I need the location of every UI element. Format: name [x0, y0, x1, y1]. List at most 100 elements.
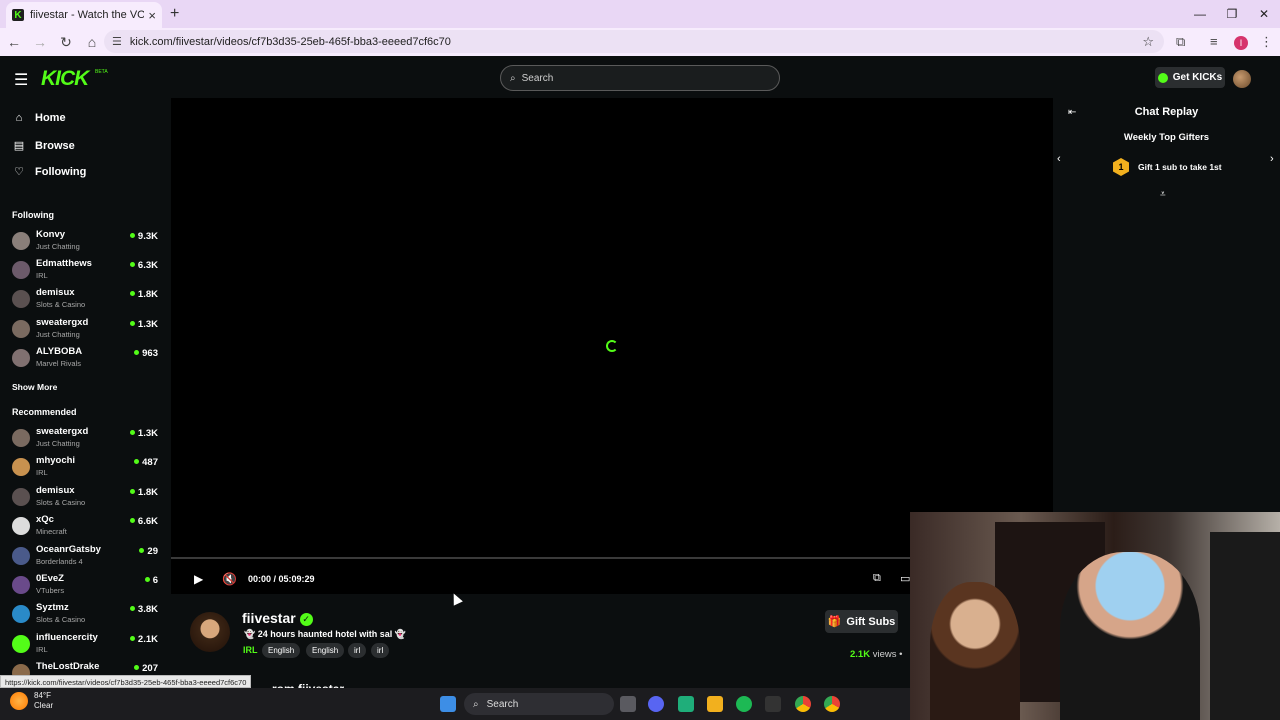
- browser-tab[interactable]: K fiivestar - Watch the VOD on Ki ×: [6, 2, 162, 28]
- profile-avatar[interactable]: I: [1234, 36, 1248, 50]
- task-view-icon[interactable]: [620, 696, 636, 712]
- back-icon[interactable]: ←: [2, 34, 26, 50]
- live-dot-icon: [139, 548, 145, 553]
- windows-start-icon[interactable]: [440, 696, 456, 712]
- weather-widget[interactable]: 84°F Clear: [10, 691, 53, 711]
- channel-name: sweatergxd: [36, 426, 89, 437]
- get-kicks-button[interactable]: Get KICKs: [1155, 67, 1225, 88]
- channel-item[interactable]: TheLostDrake 207: [12, 660, 162, 676]
- taskbar-search-label: Search: [486, 698, 519, 710]
- user-avatar[interactable]: [1233, 70, 1251, 88]
- viewer-count-text: 29: [147, 546, 158, 557]
- search-input[interactable]: ⌕ Search: [500, 65, 780, 91]
- channel-name: influencercity: [36, 632, 98, 643]
- search-placeholder: Search: [521, 72, 554, 84]
- live-dot-icon: [134, 459, 140, 464]
- channel-item[interactable]: sweatergxd Just Chatting 1.3K: [12, 425, 162, 451]
- theater-mode-icon[interactable]: ▭: [900, 572, 910, 585]
- live-dot-icon: [129, 291, 135, 296]
- gift-subs-button[interactable]: 🎁 Gift Subs: [825, 610, 898, 633]
- minimize-icon[interactable]: —: [1184, 0, 1216, 28]
- channel-item[interactable]: OceanrGatsby Borderlands 4 29: [12, 543, 162, 569]
- channel-item[interactable]: Konvy Just Chatting 9.3K: [12, 228, 162, 254]
- bookmark-star-icon[interactable]: ☆: [1142, 34, 1154, 50]
- channel-item[interactable]: 0EveZ VTubers 6: [12, 572, 162, 598]
- nav-following[interactable]: ♡ Following: [12, 165, 162, 179]
- channel-item[interactable]: Edmatthews IRL 6.3K: [12, 257, 162, 283]
- play-icon[interactable]: ▶: [194, 572, 203, 586]
- tag[interactable]: English: [306, 643, 345, 658]
- site-info-icon[interactable]: ☰: [112, 35, 122, 48]
- expand-icon[interactable]: ⩡: [1160, 189, 1166, 200]
- channel-category: Slots & Casino: [36, 498, 86, 507]
- channel-item[interactable]: demisux Slots & Casino 1.8K: [12, 286, 162, 312]
- channel-item[interactable]: mhyochi IRL 487: [12, 454, 162, 480]
- channel-item[interactable]: sweatergxd Just Chatting 1.3K: [12, 316, 162, 342]
- channel-item[interactable]: xQc Minecraft 6.6K: [12, 513, 162, 539]
- video-progress-bar[interactable]: [171, 557, 910, 559]
- avatar: [12, 290, 30, 308]
- chrome-icon[interactable]: [795, 696, 811, 712]
- mute-icon[interactable]: 🔇: [222, 572, 237, 586]
- forward-icon[interactable]: →: [28, 34, 52, 50]
- chevron-right-icon[interactable]: ›: [1270, 153, 1274, 165]
- reload-icon[interactable]: ↻: [54, 34, 78, 51]
- discord-icon[interactable]: [648, 696, 664, 712]
- sidebar: ⌂ Home ▤ Browse ♡ Following Following Ko…: [0, 98, 170, 678]
- channel-name: demisux: [36, 485, 75, 496]
- reading-list-icon[interactable]: ≡: [1210, 28, 1218, 56]
- beta-label: BETA: [95, 69, 108, 75]
- tag[interactable]: English: [262, 643, 301, 658]
- menu-hamburger-icon[interactable]: ☰: [14, 70, 28, 90]
- extensions-icon[interactable]: ⧉: [1176, 28, 1185, 56]
- new-tab-button[interactable]: +: [170, 5, 179, 23]
- channel-name: sweatergxd: [36, 317, 89, 328]
- browser-menu-icon[interactable]: ⋮: [1260, 28, 1273, 56]
- nav-label: Browse: [35, 139, 75, 152]
- category-link[interactable]: IRL: [243, 645, 258, 655]
- recommended-section-title: Recommended: [12, 407, 77, 417]
- chrome-profile-icon[interactable]: [824, 696, 840, 712]
- channel-item[interactable]: ALYBOBA Marvel Rivals 963: [12, 345, 162, 371]
- miniplayer-icon[interactable]: ⧉: [873, 572, 881, 585]
- nav-home[interactable]: ⌂ Home: [12, 112, 162, 124]
- viewer-count-text: 1.3K: [137, 319, 158, 330]
- game-app-icon[interactable]: [765, 696, 781, 712]
- address-bar[interactable]: ☰ kick.com/fiivestar/videos/cf7b3d35-25e…: [104, 30, 1164, 53]
- spotify-icon[interactable]: [736, 696, 752, 712]
- viewer-count: 6: [144, 575, 158, 586]
- avatar: [12, 605, 30, 623]
- avatar: [12, 429, 30, 447]
- app-icon[interactable]: [678, 696, 694, 712]
- weather-sun-icon: [10, 692, 28, 710]
- home-icon: ⌂: [15, 112, 23, 124]
- chevron-left-icon[interactable]: ‹: [1057, 153, 1061, 165]
- tag[interactable]: irl: [371, 643, 390, 658]
- streamer-name[interactable]: fiivestar ✓: [242, 610, 313, 626]
- file-explorer-icon[interactable]: [707, 696, 723, 712]
- streamer-avatar[interactable]: [190, 612, 230, 652]
- avatar: [12, 488, 30, 506]
- nav-label: Following: [35, 165, 87, 178]
- window-close-icon[interactable]: ✕: [1248, 0, 1280, 28]
- channel-name: Konvy: [36, 229, 66, 240]
- nav-browse[interactable]: ▤ Browse: [12, 139, 162, 153]
- home-browser-icon[interactable]: ⌂: [80, 34, 104, 50]
- channel-item[interactable]: influencercity IRL 2.1K: [12, 631, 162, 657]
- url-text: kick.com/fiivestar/videos/cf7b3d35-25eb-…: [129, 35, 451, 48]
- weather-condition: Clear: [34, 701, 54, 710]
- channel-name: mhyochi: [36, 455, 76, 466]
- channel-item[interactable]: demisux Slots & Casino 1.8K: [12, 484, 162, 510]
- tab-close-icon[interactable]: ×: [148, 8, 156, 23]
- avatar: [12, 232, 30, 250]
- channel-name: Syztmz: [36, 602, 69, 613]
- taskbar-search[interactable]: ⌕ Search: [464, 693, 614, 715]
- maximize-icon[interactable]: ❐: [1216, 0, 1248, 28]
- avatar: [12, 517, 30, 535]
- following-section-title: Following: [12, 210, 54, 220]
- viewer-count-text: 207: [142, 663, 158, 674]
- show-more-button[interactable]: Show More: [12, 382, 57, 392]
- kick-logo[interactable]: KICK: [41, 67, 89, 91]
- tag[interactable]: irl: [348, 643, 367, 658]
- channel-item[interactable]: Syztmz Slots & Casino 3.8K: [12, 601, 162, 627]
